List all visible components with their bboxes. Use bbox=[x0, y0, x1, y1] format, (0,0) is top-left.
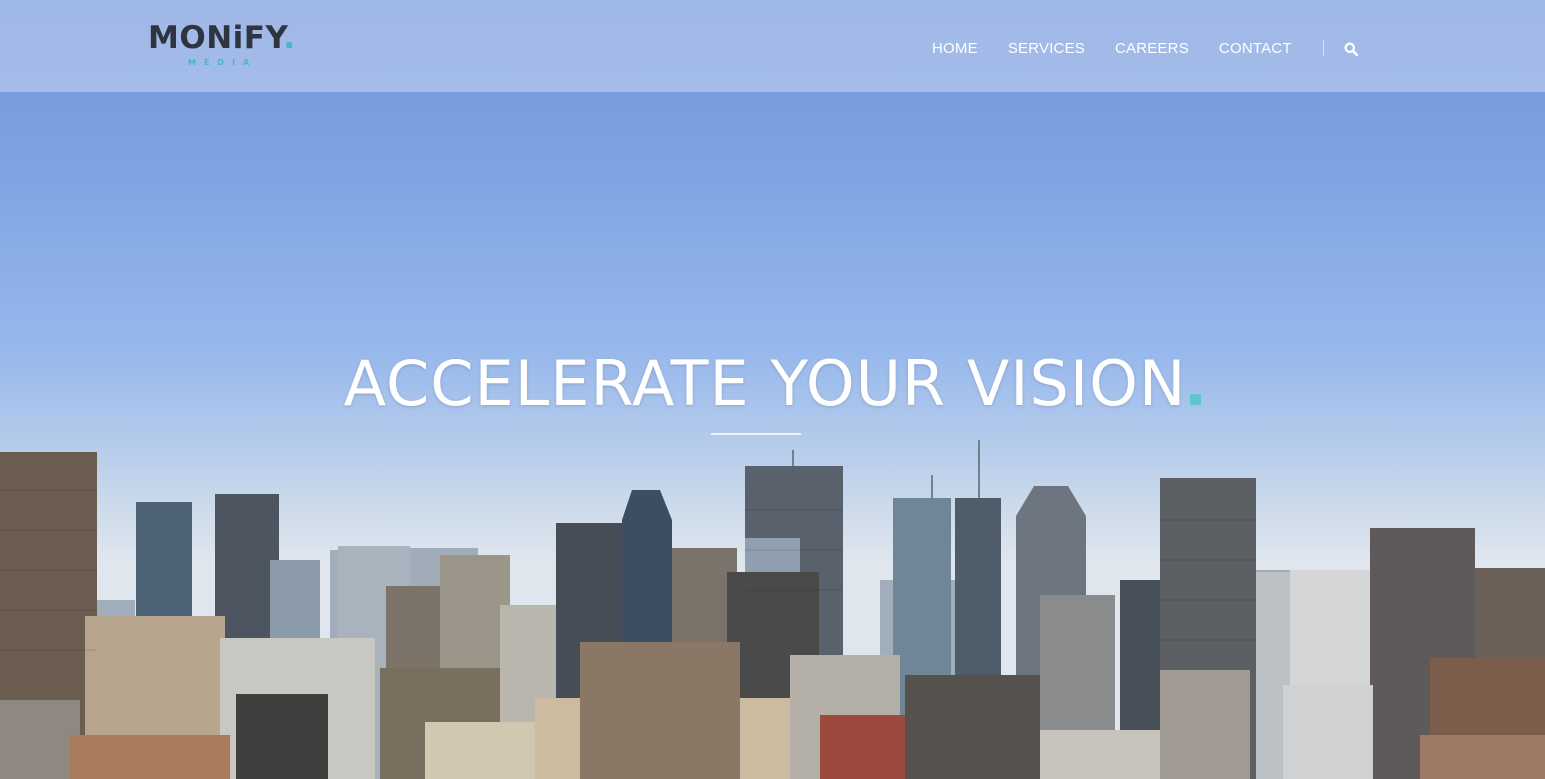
hero-headline: ACCELERATE YOUR VISION bbox=[0, 347, 1545, 420]
logo-wordmark: MONiFY. bbox=[148, 20, 296, 56]
page: MONiFY. MEDIA HOME SERVICES CAREERS CONT… bbox=[0, 0, 1545, 779]
nav-divider bbox=[1322, 40, 1324, 56]
city-skyline-image bbox=[0, 440, 1545, 779]
site-header: MONiFY. MEDIA HOME SERVICES CAREERS CONT… bbox=[0, 0, 1545, 92]
nav-item-careers[interactable]: CAREERS bbox=[1115, 40, 1189, 57]
main-nav: HOME SERVICES CAREERS CONTACT bbox=[932, 38, 1358, 58]
nav-item-services[interactable]: SERVICES bbox=[1008, 40, 1085, 57]
nav-item-contact[interactable]: CONTACT bbox=[1219, 40, 1292, 57]
logo-dot: . bbox=[283, 20, 296, 56]
logo-subtitle: MEDIA bbox=[188, 58, 258, 67]
logo[interactable]: MONiFY. MEDIA bbox=[148, 18, 298, 70]
logo-name: MONiFY bbox=[148, 20, 284, 56]
hero-headline-dot bbox=[1190, 394, 1202, 405]
hero-headline-text: ACCELERATE YOUR VISION bbox=[343, 347, 1187, 420]
nav-item-home[interactable]: HOME bbox=[932, 40, 978, 57]
hero-divider bbox=[711, 433, 801, 435]
search-icon[interactable] bbox=[1344, 42, 1358, 56]
